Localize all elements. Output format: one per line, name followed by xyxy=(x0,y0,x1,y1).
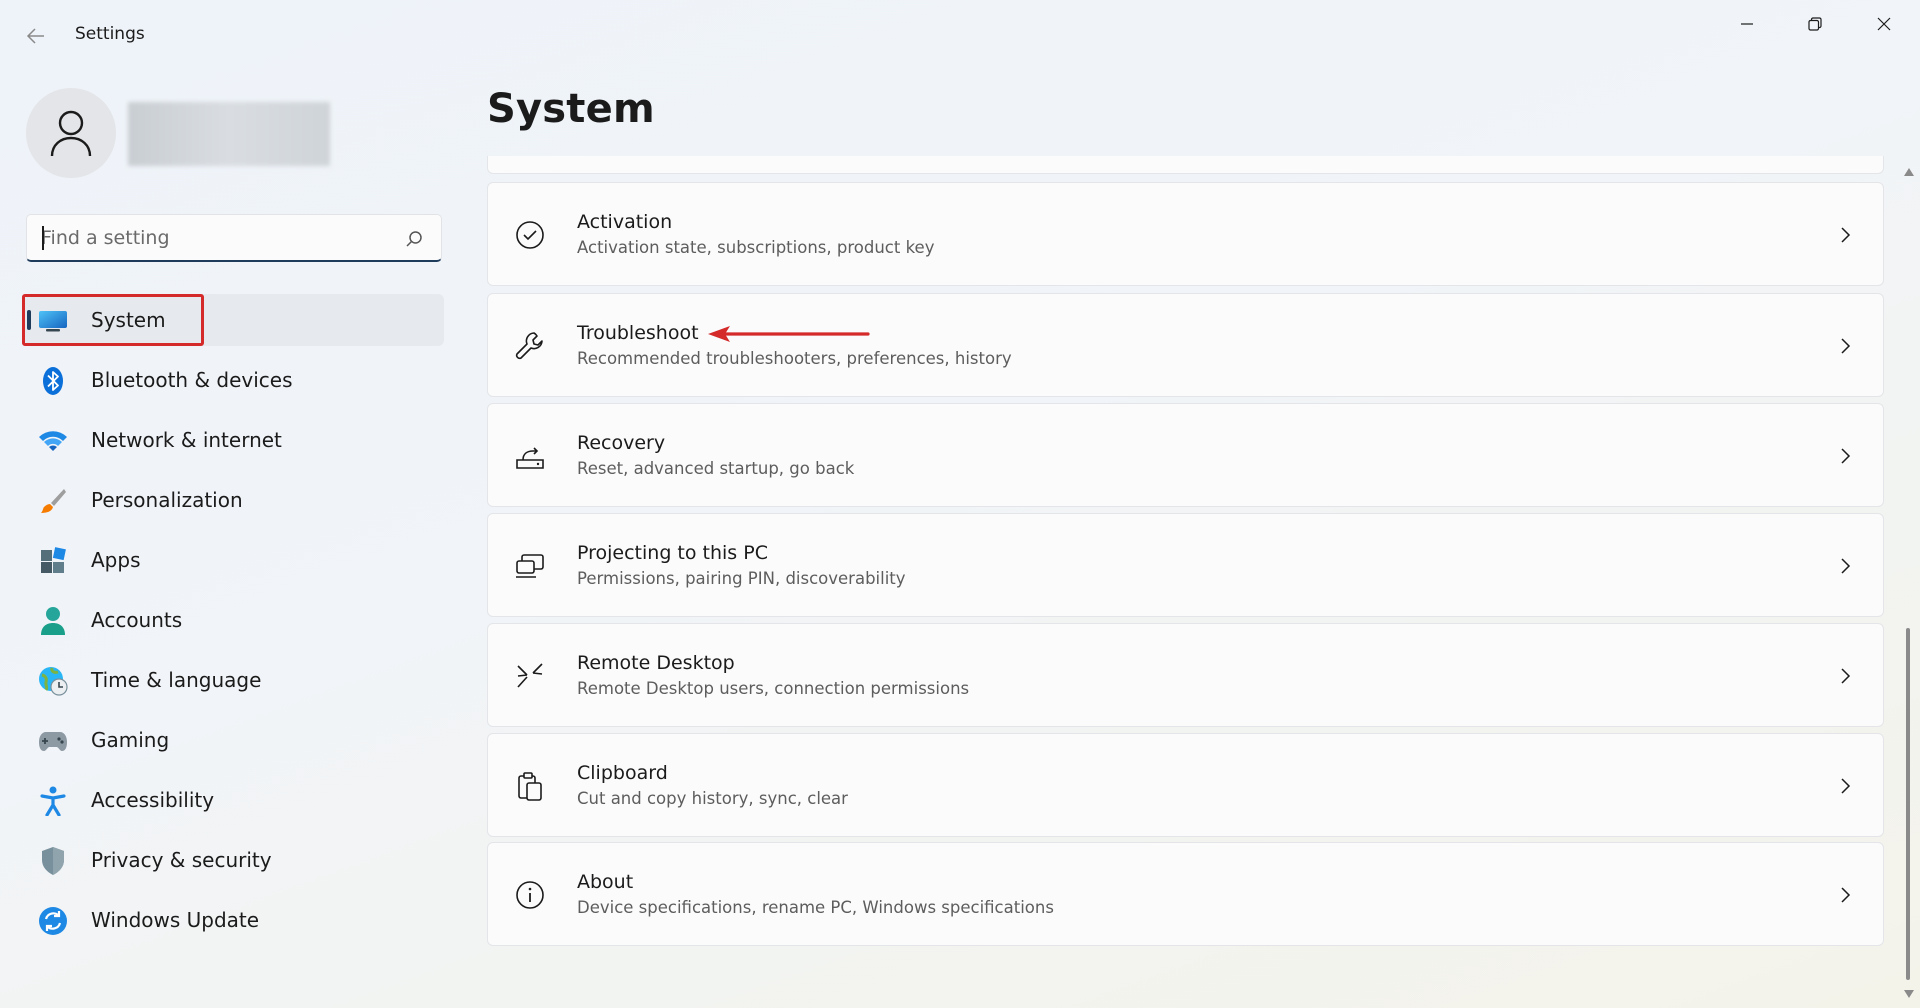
globe-clock-icon xyxy=(38,666,68,696)
chevron-right-icon xyxy=(1841,558,1851,574)
sidebar-item-gaming[interactable]: Gaming xyxy=(22,714,444,766)
sidebar-item-label: Bluetooth & devices xyxy=(91,368,293,392)
scrollbar-thumb[interactable] xyxy=(1906,628,1910,980)
sidebar-item-label: Network & internet xyxy=(91,428,282,452)
search-icon[interactable] xyxy=(403,228,425,250)
wifi-icon xyxy=(38,426,68,456)
sidebar-item-label: Gaming xyxy=(91,728,170,752)
app-title: Settings xyxy=(75,24,145,44)
card-subtitle: Reset, advanced startup, go back xyxy=(577,459,855,478)
scroll-down-icon[interactable] xyxy=(1904,990,1914,998)
search-box[interactable] xyxy=(26,214,442,262)
card-title: Clipboard xyxy=(577,762,668,784)
sidebar-item-label: Apps xyxy=(91,548,141,572)
activation-card[interactable]: Activation Activation state, subscriptio… xyxy=(487,182,1884,286)
restore-icon xyxy=(1808,17,1822,31)
chevron-right-icon xyxy=(1841,448,1851,464)
active-indicator xyxy=(27,310,31,330)
shield-icon xyxy=(38,846,68,876)
info-icon xyxy=(514,879,546,911)
card-title: Projecting to this PC xyxy=(577,542,768,564)
projecting-icon xyxy=(514,550,546,582)
settings-list: Activation Activation state, subscriptio… xyxy=(487,156,1884,1008)
search-input[interactable] xyxy=(27,215,387,260)
accessibility-icon xyxy=(38,786,68,816)
page-title: System xyxy=(487,86,655,132)
card-title: Remote Desktop xyxy=(577,652,735,674)
text-caret xyxy=(42,226,44,250)
projecting-card[interactable]: Projecting to this PC Permissions, pairi… xyxy=(487,513,1884,617)
maximize-button[interactable] xyxy=(1781,0,1849,48)
sidebar-item-accessibility[interactable]: Accessibility xyxy=(22,774,444,826)
gamepad-icon xyxy=(38,726,68,756)
minimize-icon xyxy=(1741,23,1753,25)
card-title: Activation xyxy=(577,211,673,233)
sidebar-item-label: Accessibility xyxy=(91,788,215,812)
check-circle-icon xyxy=(514,219,546,251)
recovery-icon xyxy=(514,440,546,472)
wrench-icon xyxy=(514,330,546,362)
chevron-right-icon xyxy=(1841,227,1851,243)
scroll-up-icon[interactable] xyxy=(1904,168,1914,176)
close-button[interactable] xyxy=(1850,0,1918,48)
sidebar-item-bluetooth[interactable]: Bluetooth & devices xyxy=(22,354,444,406)
sidebar-item-label: Personalization xyxy=(91,488,243,512)
sidebar-item-network[interactable]: Network & internet xyxy=(22,414,444,466)
sidebar-item-personalization[interactable]: Personalization xyxy=(22,474,444,526)
avatar[interactable] xyxy=(26,88,116,178)
chevron-right-icon xyxy=(1841,338,1851,354)
sidebar-nav: System Bluetooth & devices Network & int… xyxy=(22,294,444,954)
remote-desktop-card[interactable]: Remote Desktop Remote Desktop users, con… xyxy=(487,623,1884,727)
sync-icon xyxy=(38,906,68,936)
card-title: Troubleshoot xyxy=(577,322,699,344)
chevron-right-icon xyxy=(1841,668,1851,684)
sidebar-item-system[interactable]: System xyxy=(22,294,444,346)
card-subtitle: Activation state, subscriptions, product… xyxy=(577,238,935,257)
close-icon xyxy=(1877,17,1891,31)
troubleshoot-card[interactable]: Troubleshoot Recommended troubleshooters… xyxy=(487,293,1884,397)
sidebar-item-accounts[interactable]: Accounts xyxy=(22,594,444,646)
apps-icon xyxy=(38,546,68,576)
recovery-card[interactable]: Recovery Reset, advanced startup, go bac… xyxy=(487,403,1884,507)
minimize-button[interactable] xyxy=(1713,0,1781,48)
sidebar-item-windows-update[interactable]: Windows Update xyxy=(22,894,444,946)
remote-desktop-icon xyxy=(514,660,546,692)
card-subtitle: Permissions, pairing PIN, discoverabilit… xyxy=(577,569,906,588)
accounts-icon xyxy=(38,606,68,636)
chevron-right-icon xyxy=(1841,887,1851,903)
about-card[interactable]: About Device specifications, rename PC, … xyxy=(487,842,1884,946)
username-redacted xyxy=(128,102,330,166)
sidebar-item-label: Time & language xyxy=(91,668,262,692)
chevron-right-icon xyxy=(1841,778,1851,794)
card-subtitle: Cut and copy history, sync, clear xyxy=(577,789,848,808)
scrollbar[interactable] xyxy=(1900,160,1916,1008)
clipboard-card[interactable]: Clipboard Cut and copy history, sync, cl… xyxy=(487,733,1884,837)
card-subtitle: Remote Desktop users, connection permiss… xyxy=(577,679,970,698)
sidebar-item-apps[interactable]: Apps xyxy=(22,534,444,586)
sidebar-item-label: System xyxy=(91,308,166,332)
bluetooth-icon xyxy=(38,366,68,396)
sidebar-item-time-language[interactable]: Time & language xyxy=(22,654,444,706)
card-title: Recovery xyxy=(577,432,666,454)
paintbrush-icon xyxy=(38,486,68,516)
clipboard-icon xyxy=(514,770,546,802)
back-button[interactable] xyxy=(24,24,48,48)
card-title: About xyxy=(577,871,634,893)
person-icon xyxy=(50,110,92,157)
back-arrow-icon xyxy=(26,28,44,44)
card-subtitle: Device specifications, rename PC, Window… xyxy=(577,898,1054,917)
sidebar-item-label: Privacy & security xyxy=(91,848,272,872)
title-bar: Settings xyxy=(0,0,1920,72)
sidebar-item-label: Windows Update xyxy=(91,908,260,932)
card-subtitle: Recommended troubleshooters, preferences… xyxy=(577,349,1012,368)
sidebar-item-label: Accounts xyxy=(91,608,183,632)
system-icon xyxy=(38,306,68,336)
sidebar-item-privacy-security[interactable]: Privacy & security xyxy=(22,834,444,886)
partial-card[interactable] xyxy=(487,156,1884,174)
